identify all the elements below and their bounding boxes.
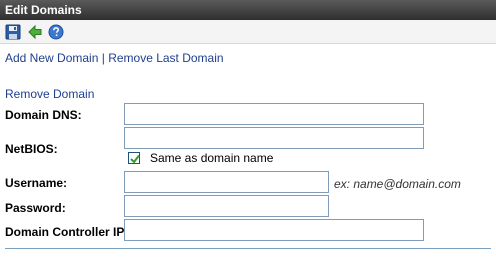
checkmark-icon [130, 154, 140, 164]
domain-dns-label: Domain DNS: [5, 108, 82, 122]
netbios-input[interactable] [124, 127, 424, 149]
password-label: Password: [5, 201, 66, 215]
link-separator: | [101, 51, 105, 65]
divider [5, 248, 491, 249]
toolbar [0, 20, 496, 44]
same-as-domain-checkbox[interactable] [128, 152, 140, 164]
remove-last-domain-link[interactable]: Remove Last Domain [108, 51, 223, 65]
username-hint: ex: name@domain.com [334, 177, 461, 191]
same-as-domain-label: Same as domain name [150, 151, 274, 165]
back-arrow-icon[interactable] [27, 24, 43, 40]
help-icon[interactable] [48, 24, 64, 40]
window-title-bar: Edit Domains [0, 0, 496, 20]
domain-dns-input[interactable] [124, 103, 424, 125]
password-input[interactable] [124, 195, 329, 217]
window-title: Edit Domains [5, 3, 82, 17]
domain-controller-ip-input[interactable] [124, 219, 424, 241]
username-label: Username: [5, 176, 68, 190]
username-input[interactable] [124, 171, 329, 193]
add-new-domain-link[interactable]: Add New Domain [5, 51, 98, 65]
remove-domain-link[interactable]: Remove Domain [5, 87, 94, 101]
save-icon[interactable] [5, 24, 21, 40]
netbios-label: NetBIOS: [5, 142, 58, 156]
domain-links: Add New Domain | Remove Last Domain [5, 51, 224, 65]
domain-controller-ip-label: Domain Controller IP: [5, 225, 129, 239]
